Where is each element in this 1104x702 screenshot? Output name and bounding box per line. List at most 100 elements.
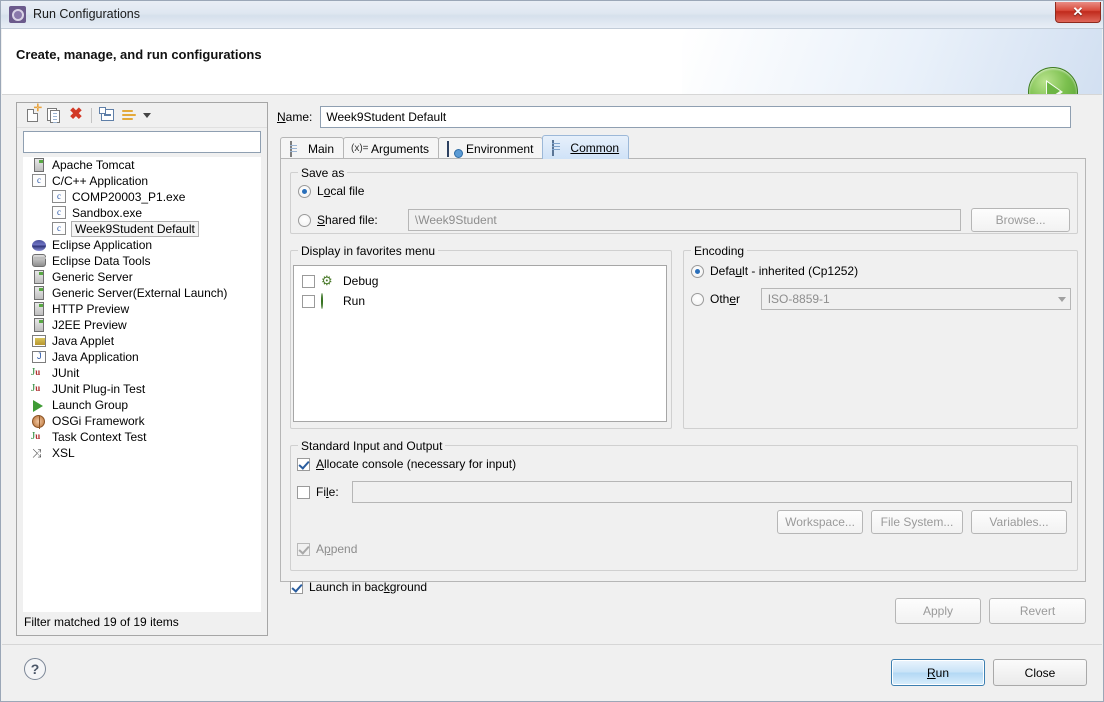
window-close-button[interactable]: ✕ [1055,2,1101,23]
shared-file-input[interactable] [407,209,962,231]
favorites-run-checkbox[interactable] [302,294,315,308]
run-green-icon [321,293,337,309]
local-file-radio[interactable] [298,184,311,198]
new-configuration-button[interactable]: ✛ [21,103,43,126]
java-application-icon [31,350,47,365]
filter-button[interactable] [118,105,140,126]
tree-item[interactable]: Java Applet [23,333,261,349]
tab-main[interactable]: Main [280,137,345,159]
environment-tab-icon [446,140,461,157]
tree-item[interactable]: ⤨ XSL [23,445,261,461]
append-row[interactable]: Append [297,542,357,556]
tree-item[interactable]: c Week9Student Default [23,221,261,237]
tree-item[interactable]: Eclipse Application [23,237,261,253]
workspace-button[interactable]: Workspace... [777,510,863,534]
encoding-other-row[interactable]: Other ISO-8859-1 [691,288,1071,310]
tree-item-label: Eclipse Application [52,238,153,252]
filter-input[interactable] [23,131,261,153]
revert-button[interactable]: Revert [989,598,1086,624]
name-input[interactable] [320,106,1072,128]
output-file-checkbox[interactable] [297,485,310,499]
output-file-label: File: [316,485,339,499]
apply-button[interactable]: Apply [895,598,981,624]
tree-item[interactable]: Apache Tomcat [23,157,261,173]
tree-item-label: Eclipse Data Tools [52,254,151,268]
run-button[interactable]: Run [891,659,985,686]
tree-item[interactable]: Java Application [23,349,261,365]
encoding-other-radio[interactable] [691,292,704,306]
tab-common[interactable]: Common [542,135,630,159]
close-button[interactable]: Close [993,659,1087,686]
tree-item-label: Week9Student Default [71,221,199,237]
c-application-icon: c [31,173,47,189]
encoding-combo[interactable]: ISO-8859-1 [760,288,1071,310]
local-file-radio-row[interactable]: Local file [298,184,364,198]
encoding-default-label: Default - inherited (Cp1252) [710,264,859,278]
tree-item[interactable]: Ju Task Context Test [23,429,261,445]
apply-revert-row: Apply Revert [895,598,1086,624]
encoding-default-radio[interactable] [691,264,704,278]
tab-environment-label: Environment [466,141,534,156]
append-checkbox[interactable] [297,542,310,556]
dialog-body: ✛ ✖ Apache Tomcat c C/C++ Application c … [2,95,1102,644]
tree-item[interactable]: Ju JUnit Plug-in Test [23,381,261,397]
tree-item[interactable]: c C/C++ Application [23,173,261,189]
collapse-all-button[interactable] [96,105,118,126]
favorites-item-debug[interactable]: ⚙ Debug [302,272,666,290]
encoding-other-label: Other [710,292,741,306]
tree-item[interactable]: Launch Group [23,397,261,413]
server-icon [31,269,47,285]
tree-item[interactable]: c COMP20003_P1.exe [23,189,261,205]
junit-plugin-icon: Ju [31,381,41,394]
footer-buttons: Run Close [891,659,1087,686]
allocate-console-checkbox[interactable] [297,457,310,471]
tree-item-label: COMP20003_P1.exe [72,190,186,204]
c-application-icon: c [51,221,67,237]
window-title: Run Configurations [33,7,141,21]
tree-item[interactable]: J2EE Preview [23,317,261,333]
favorites-group: Display in favorites menu ⚙ Debug Run [290,244,672,429]
output-file-row[interactable]: File: [297,481,1072,503]
tree-item[interactable]: HTTP Preview [23,301,261,317]
favorites-debug-checkbox[interactable] [302,274,315,288]
tree-item[interactable]: Eclipse Data Tools [23,253,261,269]
delete-configuration-button[interactable]: ✖ [65,105,87,126]
tree-item-label: Java Application [52,350,139,364]
tree-item-label: XSL [52,446,75,460]
run-configurations-dialog: Run Configurations ✕ Create, manage, and… [0,0,1104,702]
encoding-default-row[interactable]: Default - inherited (Cp1252) [691,264,858,278]
launch-in-background-checkbox[interactable] [290,580,303,594]
tab-arguments-label: Arguments [371,141,430,156]
file-system-button[interactable]: File System... [871,510,963,534]
configuration-editor-panel: Name: Main (x)= Arguments Environment [277,102,1089,636]
tree-item[interactable]: Generic Server(External Launch) [23,285,261,301]
allocate-console-row[interactable]: Allocate console (necessary for input) [297,457,516,471]
tree-item[interactable]: OSGi Framework [23,413,261,429]
launch-in-background-row[interactable]: Launch in background [290,580,427,594]
common-tab-panel: Save as Local file Shared file: Browse..… [280,158,1086,594]
chevron-down-icon[interactable] [140,105,154,126]
output-file-input[interactable] [351,481,1072,503]
tree-item-label: Generic Server(External Launch) [52,286,228,300]
tree-item[interactable]: c Sandbox.exe [23,205,261,221]
help-question-icon[interactable]: ? [24,658,46,680]
tab-arguments[interactable]: (x)= Arguments [343,137,440,159]
chevron-down-icon [1058,296,1066,302]
variables-button[interactable]: Variables... [971,510,1067,534]
favorites-item-run[interactable]: Run [302,292,666,310]
tab-environment[interactable]: Environment [438,137,544,159]
shared-file-row[interactable]: Shared file: Browse... [298,208,1070,232]
shared-file-radio[interactable] [298,213,311,227]
tree-item-label: C/C++ Application [52,174,149,188]
tree-item[interactable]: Generic Server [23,269,261,285]
common-tab-icon [550,139,565,156]
c-application-icon: c [51,189,67,205]
browse-button[interactable]: Browse... [971,208,1070,232]
favorites-list[interactable]: ⚙ Debug Run [293,265,667,422]
save-as-group: Save as Local file Shared file: Browse..… [290,166,1078,234]
tree-item[interactable]: Ju JUnit [23,365,261,381]
configurations-tree[interactable]: Apache Tomcat c C/C++ Application c COMP2000… [23,157,261,612]
duplicate-configuration-button[interactable] [43,105,65,126]
encoding-combo-value: ISO-8859-1 [767,292,830,306]
save-as-legend: Save as [298,166,348,180]
